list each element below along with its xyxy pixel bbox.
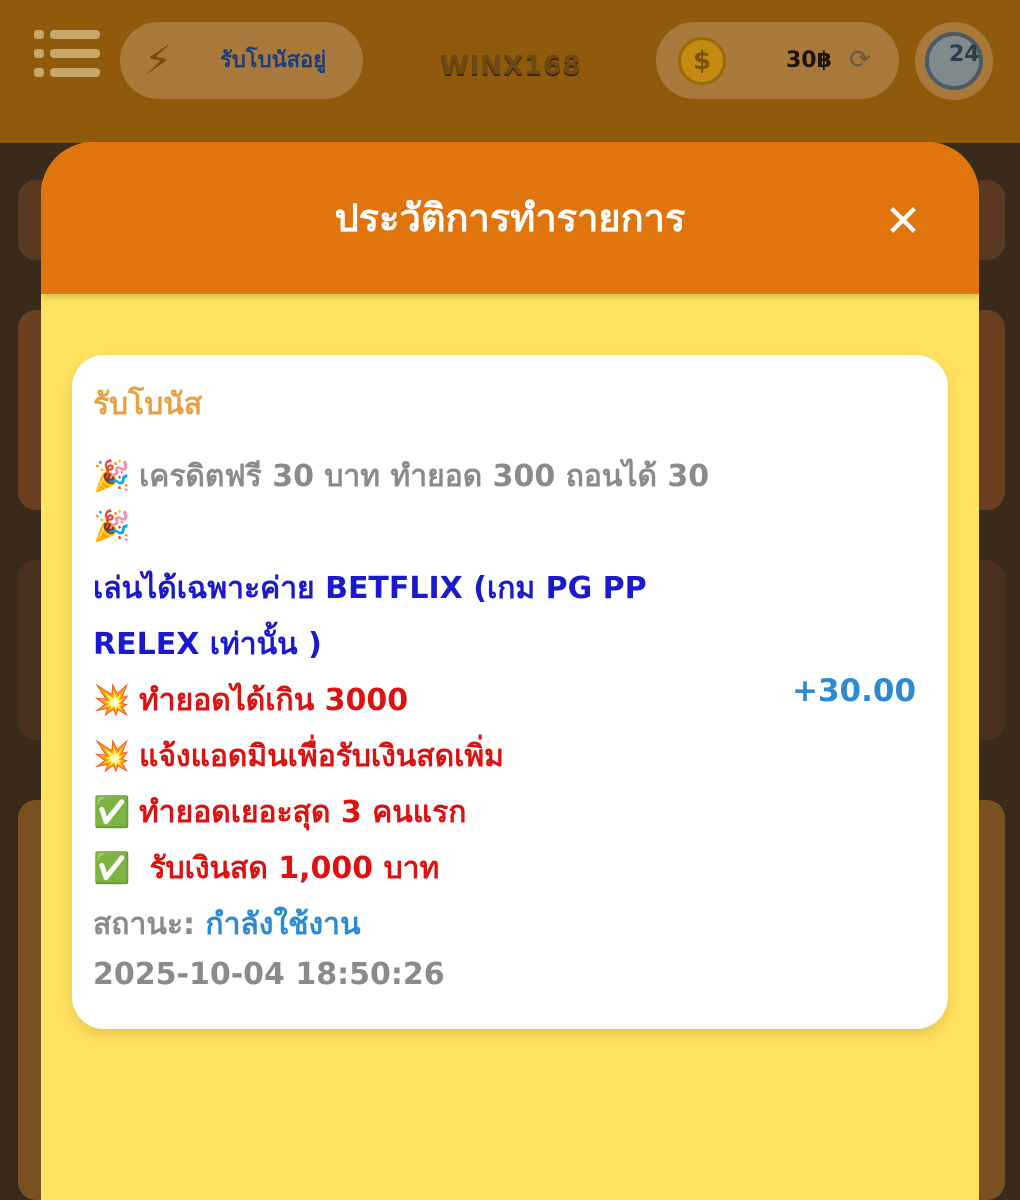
- support-24-icon: 24: [925, 32, 983, 90]
- bonus-status-label: รับโบนัสอยู่: [220, 48, 327, 73]
- transaction-line: RELEX เท่านั้น ): [93, 627, 322, 662]
- modal-header: ประวัติการทำรายการ ✕: [41, 142, 979, 294]
- bolt-icon: ⚡: [143, 38, 173, 84]
- site-logo[interactable]: WINX168: [440, 46, 580, 86]
- transaction-status: สถานะ: กำลังใช้งาน: [93, 901, 360, 948]
- transaction-line: 💥 แจ้งแอดมินเพื่อรับเงินสดเพิ่ม: [93, 739, 504, 774]
- transaction-history-modal: ประวัติการทำรายการ ✕ รับโบนัส 🎉 เครดิตฟรี…: [41, 142, 979, 1200]
- close-icon[interactable]: ✕: [879, 198, 927, 246]
- collision-icon: 💥: [93, 683, 131, 718]
- support-24-label: 24: [949, 42, 980, 67]
- coin-icon: $: [678, 37, 726, 85]
- top-bar: ⚡ รับโบนัสอยู่ WINX168 $ 30฿ ⟳ 24: [0, 0, 1020, 143]
- transaction-line: 💥 ทำยอดได้เกิน 3000: [93, 683, 409, 718]
- transaction-line: 🎉: [93, 509, 139, 544]
- transaction-timestamp: 2025-10-04 18:50:26: [93, 957, 445, 992]
- transaction-card: รับโบนัส 🎉 เครดิตฟรี 30 บาท ทำยอด 300 ถอน…: [72, 355, 948, 1029]
- status-label: สถานะ:: [93, 907, 195, 942]
- party-icon: 🎉: [93, 509, 131, 544]
- transaction-type: รับโบนัส: [93, 387, 203, 422]
- transaction-line: ✅ ทำยอดเยอะสุด 3 คนแรก: [93, 795, 467, 830]
- party-icon: 🎉: [93, 459, 131, 494]
- transaction-amount: +30.00: [792, 673, 917, 709]
- collision-icon: 💥: [93, 739, 131, 774]
- transaction-line: 🎉 เครดิตฟรี 30 บาท ทำยอด 300 ถอนได้ 30: [93, 459, 710, 494]
- refresh-icon[interactable]: ⟳: [844, 44, 876, 76]
- support-button[interactable]: 24: [915, 22, 993, 100]
- transaction-line: ✅ รับเงินสด 1,000 บาท: [93, 851, 440, 886]
- credit-balance: $ 30฿ ⟳: [656, 22, 899, 99]
- menu-icon[interactable]: [34, 30, 100, 78]
- transaction-line: เล่นได้เฉพาะค่าย BETFLIX (เกม PG PP: [93, 571, 647, 606]
- modal-title: ประวัติการทำรายการ: [334, 196, 686, 240]
- check-icon: ✅: [93, 851, 131, 886]
- credit-amount: 30฿: [786, 48, 832, 73]
- status-value: กำลังใช้งาน: [205, 907, 361, 942]
- check-icon: ✅: [93, 795, 131, 830]
- bonus-status-button[interactable]: ⚡ รับโบนัสอยู่: [120, 22, 363, 99]
